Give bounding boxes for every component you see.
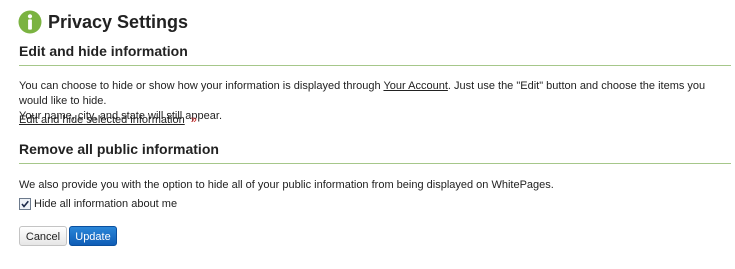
page-header: Privacy Settings — [18, 9, 188, 35]
section-heading-edit: Edit and hide information — [19, 43, 188, 59]
section-heading-remove: Remove all public information — [19, 141, 219, 157]
edit-hide-selected-link[interactable]: Edit and hide selected information — [19, 114, 185, 126]
checkmark-icon — [21, 200, 29, 208]
edit-description-text: You can choose to hide or show how your … — [19, 80, 384, 92]
your-account-link[interactable]: Your Account — [383, 80, 447, 92]
update-button[interactable]: Update — [69, 226, 117, 246]
hide-all-checkbox[interactable] — [19, 198, 31, 210]
hide-all-checkbox-label[interactable]: Hide all information about me — [34, 198, 177, 210]
info-icon — [18, 10, 42, 34]
section-divider — [19, 163, 731, 164]
section-divider — [19, 65, 731, 66]
double-arrow-right-icon: » — [190, 114, 197, 126]
privacy-settings-page: Privacy Settings Edit and hide informati… — [0, 0, 735, 269]
hide-all-checkbox-row: Hide all information about me — [19, 198, 177, 210]
remove-description: We also provide you with the option to h… — [19, 179, 554, 191]
cancel-button[interactable]: Cancel — [19, 226, 67, 246]
page-title: Privacy Settings — [48, 12, 189, 32]
edit-link-row: Edit and hide selected information » — [19, 113, 197, 127]
